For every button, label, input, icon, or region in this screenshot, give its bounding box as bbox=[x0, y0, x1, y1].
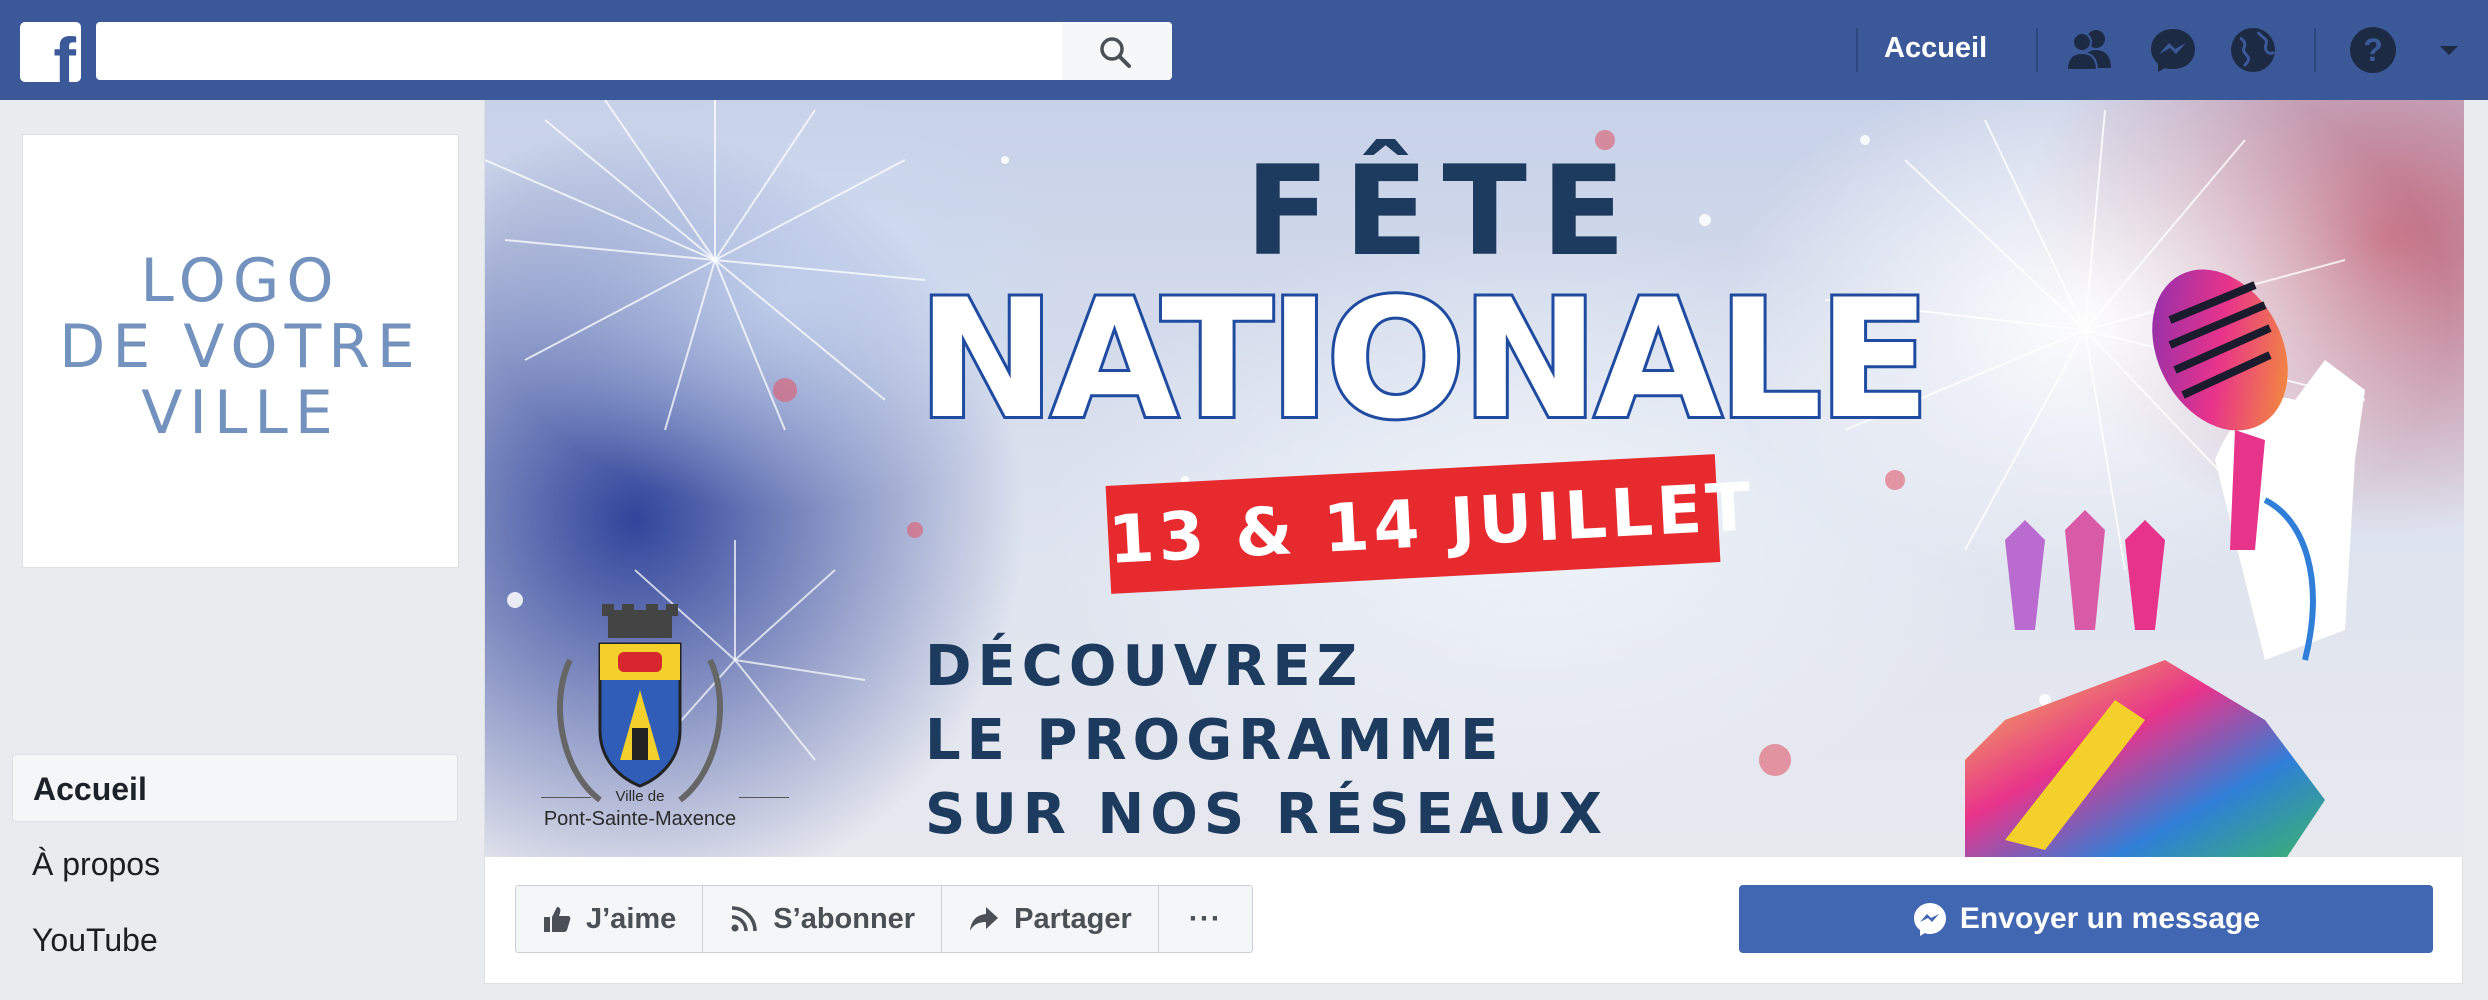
rss-feed-icon bbox=[731, 906, 758, 932]
sidebar-item-label: À propos bbox=[32, 846, 161, 882]
sidebar-item-a-propos[interactable]: À propos bbox=[12, 830, 458, 898]
share-label: Partager bbox=[1014, 902, 1132, 935]
cover-title-nationale: NATIONALE bbox=[915, 264, 1933, 455]
send-message-label: Envoyer un message bbox=[1959, 902, 2261, 935]
cover-tagline: DÉCOUVREZ LE PROGRAMME SUR NOS RÉSEAUX bbox=[925, 634, 1608, 847]
subscribe-button[interactable]: S’abonner bbox=[703, 886, 943, 952]
microphone-artwork bbox=[1965, 269, 2365, 857]
sidebar-item-accueil[interactable]: Accueil bbox=[12, 754, 458, 822]
cover-title-fete: FÊTE bbox=[1245, 140, 1640, 284]
page-header-card: FÊTE NATIONALE 13 & 14 JUILLET DÉCOUVREZ… bbox=[484, 100, 2464, 984]
messenger-icon bbox=[1913, 903, 1946, 936]
like-label: J’aime bbox=[586, 902, 677, 935]
nav-divider bbox=[2036, 28, 2038, 72]
thumbs-up-icon bbox=[544, 907, 571, 932]
caret-down-icon[interactable] bbox=[2434, 24, 2464, 76]
logo-placeholder-text: LOGO DE VOTRE VILLE bbox=[59, 246, 422, 448]
like-button[interactable]: J’aime bbox=[516, 886, 704, 952]
sidebar-item-label: Accueil bbox=[33, 771, 147, 807]
nav-home-link[interactable]: Accueil bbox=[1884, 32, 1987, 65]
nav-divider bbox=[2314, 28, 2316, 72]
page-profile-picture[interactable]: LOGO DE VOTRE VILLE bbox=[22, 134, 459, 568]
top-bar: f Accueil ? bbox=[0, 0, 2488, 100]
search-icon bbox=[1100, 37, 1131, 68]
sidebar-item-label: YouTube bbox=[32, 922, 158, 958]
crest-divider bbox=[739, 797, 789, 798]
crest-caption-town: Pont-Sainte-Maxence bbox=[543, 808, 737, 830]
date-text: 13 & 14 JUILLET bbox=[1106, 468, 1757, 579]
more-options-button[interactable]: ··· bbox=[1159, 886, 1252, 952]
crest-caption-small: Ville de bbox=[615, 788, 665, 805]
svg-text:?: ? bbox=[2363, 32, 2383, 68]
search-input[interactable] bbox=[96, 22, 1062, 80]
cover-photo[interactable]: FÊTE NATIONALE 13 & 14 JUILLET DÉCOUVREZ… bbox=[485, 100, 2464, 857]
subscribe-label: S’abonner bbox=[773, 902, 916, 935]
friends-icon[interactable] bbox=[2062, 24, 2116, 76]
more-options-icon: ··· bbox=[1188, 902, 1222, 935]
globe-icon[interactable] bbox=[2226, 24, 2280, 76]
share-arrow-icon bbox=[970, 907, 999, 931]
help-icon[interactable]: ? bbox=[2346, 24, 2400, 76]
search-bar[interactable] bbox=[96, 22, 1172, 80]
messenger-icon[interactable] bbox=[2146, 24, 2200, 76]
facebook-logo[interactable]: f bbox=[20, 22, 81, 82]
search-button[interactable] bbox=[1062, 22, 1172, 80]
sidebar-item-youtube[interactable]: YouTube bbox=[12, 906, 458, 974]
page-action-bar: J’aime S’abonner Partager ··· bbox=[515, 885, 1253, 953]
nav-divider bbox=[1856, 28, 1858, 72]
share-button[interactable]: Partager bbox=[942, 886, 1159, 952]
send-message-button[interactable]: Envoyer un message bbox=[1739, 885, 2433, 953]
